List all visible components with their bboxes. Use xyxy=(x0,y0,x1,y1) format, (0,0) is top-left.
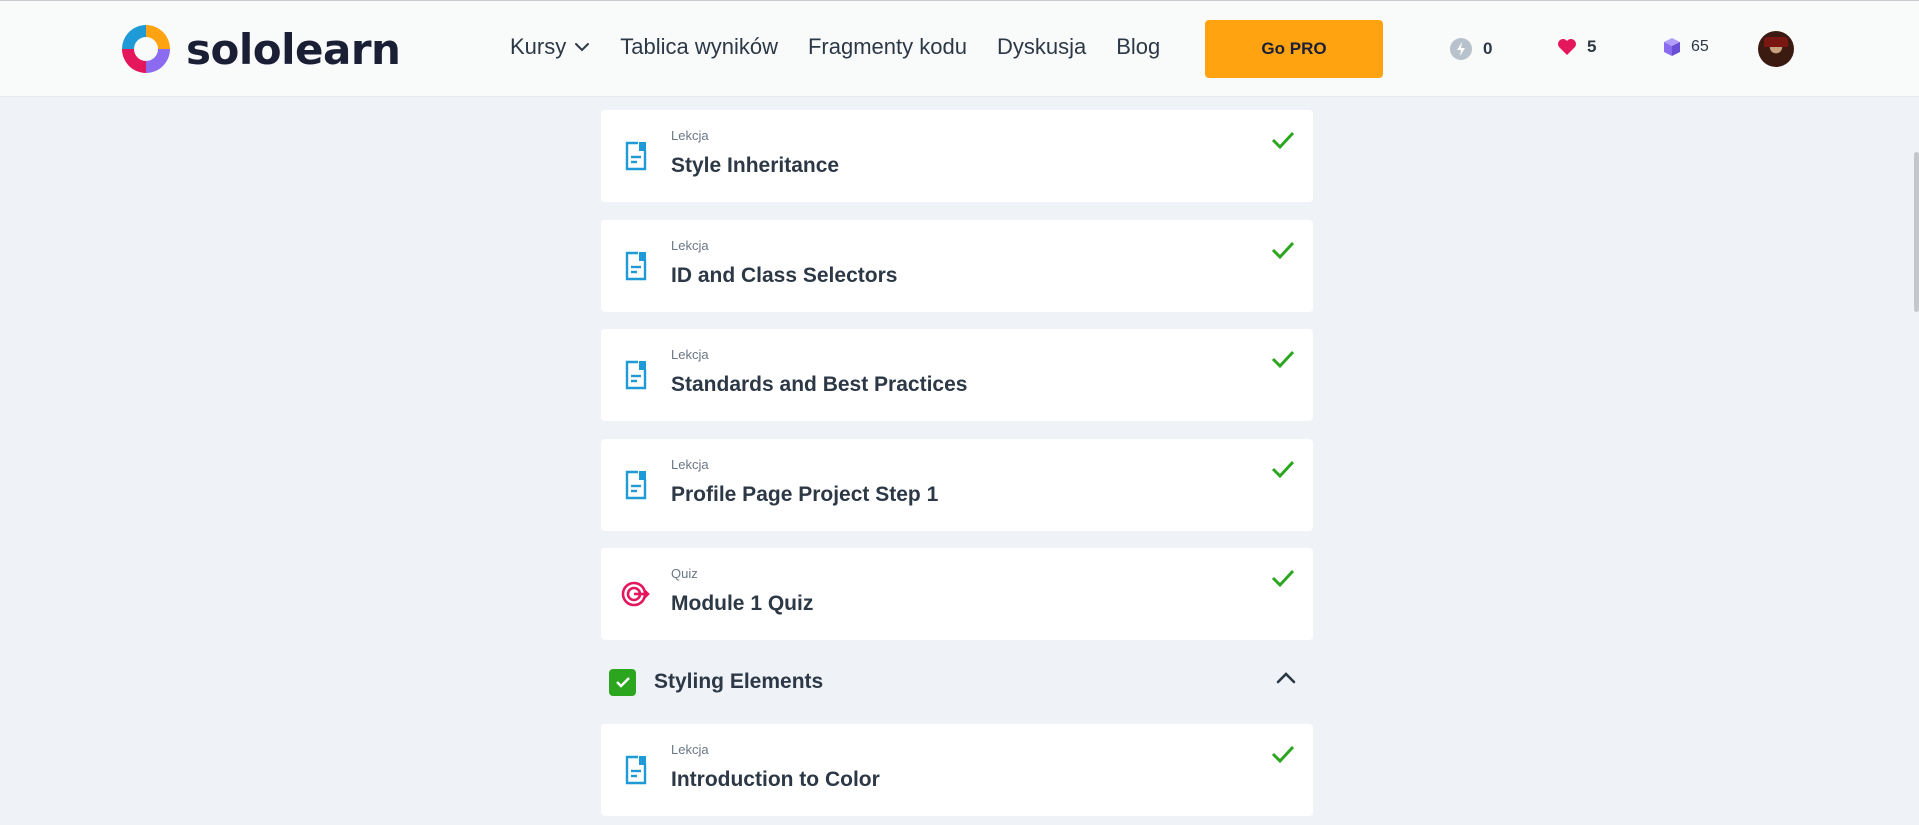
chevron-up-icon[interactable] xyxy=(1275,671,1297,685)
chevron-down-icon xyxy=(575,43,590,52)
lesson-card[interactable]: Lekcja Standards and Best Practices xyxy=(601,329,1313,421)
lesson-card[interactable]: Lekcja Style Inheritance xyxy=(601,110,1313,202)
main-nav: Kursy Tablica wyników Fragmenty kodu Dys… xyxy=(510,34,1190,60)
heart-icon xyxy=(1557,38,1577,56)
section-title: Styling Elements xyxy=(654,670,824,693)
check-icon xyxy=(1271,569,1295,588)
lesson-card[interactable]: Lekcja Profile Page Project Step 1 xyxy=(601,439,1313,531)
check-icon xyxy=(615,677,630,688)
check-icon xyxy=(1271,131,1295,150)
lesson-icon xyxy=(625,755,647,785)
lesson-title: Standards and Best Practices xyxy=(671,373,968,396)
lesson-icon xyxy=(625,470,647,500)
sololearn-logo[interactable]: sololearn xyxy=(118,21,401,77)
bits-value: 65 xyxy=(1691,38,1709,55)
lesson-title: Module 1 Quiz xyxy=(671,592,814,615)
lesson-icon xyxy=(625,141,647,171)
nav-courses[interactable]: Kursy xyxy=(510,34,590,60)
nav-blog[interactable]: Blog xyxy=(1116,34,1160,60)
streak-value: 0 xyxy=(1483,39,1493,58)
lesson-type-label: Lekcja xyxy=(671,347,709,362)
user-avatar[interactable] xyxy=(1758,31,1794,67)
lesson-type-label: Lekcja xyxy=(671,742,709,757)
go-pro-button[interactable]: Go PRO xyxy=(1205,20,1383,78)
lesson-card[interactable]: Lekcja ID and Class Selectors xyxy=(601,220,1313,312)
lesson-type-label: Quiz xyxy=(671,566,698,581)
sololearn-logo-icon xyxy=(122,25,170,73)
cube-icon xyxy=(1663,37,1681,57)
nav-discussion[interactable]: Dyskusja xyxy=(997,34,1086,60)
page-scrollbar[interactable] xyxy=(1914,152,1919,312)
module-section-header[interactable]: Styling Elements xyxy=(601,661,1313,703)
bits-counter[interactable]: 65 xyxy=(1663,37,1709,57)
lesson-icon xyxy=(625,251,647,281)
lesson-title: ID and Class Selectors xyxy=(671,264,898,287)
check-icon xyxy=(1271,241,1295,260)
check-icon xyxy=(1271,350,1295,369)
top-navigation-bar: sololearn Kursy Tablica wyników Fragment… xyxy=(0,0,1919,96)
lesson-card[interactable]: Lekcja Introduction to Color xyxy=(601,724,1313,816)
lesson-title: Profile Page Project Step 1 xyxy=(671,483,939,506)
quiz-card[interactable]: Quiz Module 1 Quiz xyxy=(601,548,1313,640)
section-completed-checkbox xyxy=(609,668,636,696)
lesson-type-label: Lekcja xyxy=(671,457,709,472)
logo-text: sololearn xyxy=(186,24,401,74)
streak-counter[interactable]: 0 xyxy=(1449,37,1492,61)
lesson-type-label: Lekcja xyxy=(671,238,709,253)
lesson-type-label: Lekcja xyxy=(671,128,709,143)
quiz-target-icon xyxy=(621,581,650,607)
lesson-title: Introduction to Color xyxy=(671,768,880,791)
lesson-icon xyxy=(625,360,647,390)
check-icon xyxy=(1271,745,1295,764)
nav-courses-label: Kursy xyxy=(510,34,567,59)
nav-leaderboard[interactable]: Tablica wyników xyxy=(620,34,778,60)
hearts-value: 5 xyxy=(1587,37,1597,56)
hearts-counter[interactable]: 5 xyxy=(1557,37,1596,57)
check-icon xyxy=(1271,460,1295,479)
lightning-icon xyxy=(1449,37,1473,61)
lesson-title: Style Inheritance xyxy=(671,154,840,177)
nav-code-snippets[interactable]: Fragmenty kodu xyxy=(808,34,967,60)
